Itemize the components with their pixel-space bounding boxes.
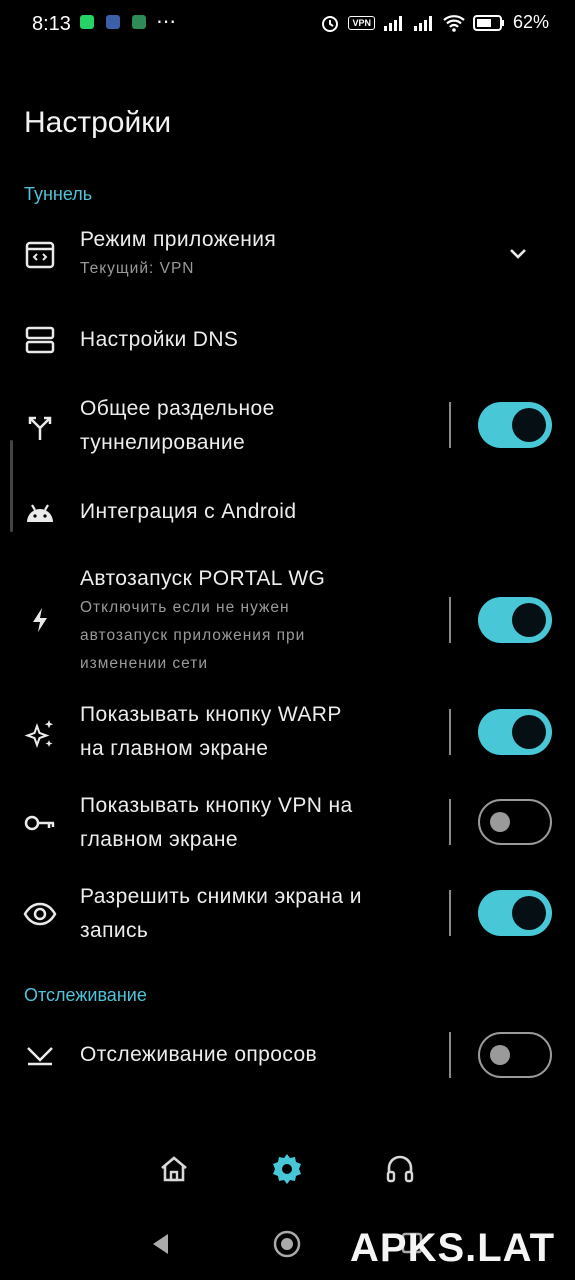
android-icon (27, 504, 53, 522)
settings-icon[interactable] (267, 1149, 307, 1189)
back-icon[interactable] (148, 1231, 174, 1257)
setting-subtitle-line1: Отключить если не нужен (80, 599, 290, 616)
divider (449, 1032, 451, 1078)
setting-app-mode[interactable]: Режим приложения Текущий: VPN (0, 220, 575, 290)
setting-title: Режим приложения (80, 228, 277, 251)
app-window-code-icon (25, 241, 55, 269)
lightning-icon (33, 608, 47, 632)
battery-icon (472, 14, 504, 31)
setting-title-line1: Общее раздельное (80, 397, 275, 420)
app-notification-icon-2 (132, 15, 146, 29)
wifi-icon (443, 14, 465, 32)
status-bar: 8:13 ⋯ VPN 62% (0, 0, 575, 48)
setting-split-tunnel[interactable]: Общее раздельное туннелирование (0, 392, 575, 462)
divider (449, 597, 451, 643)
vpn-button-toggle[interactable] (478, 799, 552, 845)
signal-icon (383, 15, 402, 31)
chevron-down-icon[interactable] (506, 241, 530, 265)
setting-subtitle-line2: автозапуск приложения при (80, 627, 306, 644)
setting-title-line1: Показывать кнопку VPN на (80, 794, 353, 817)
setting-warp-button[interactable]: Показывать кнопку WARP на главном экране (0, 698, 575, 768)
support-headset-icon[interactable] (380, 1149, 420, 1189)
more-notifications-icon: ⋯ (156, 11, 177, 33)
alarm-icon (322, 15, 339, 32)
tracking-icon (27, 1047, 53, 1066)
page-title: Настройки (24, 106, 172, 139)
warp-button-toggle[interactable] (478, 709, 552, 755)
whatsapp-notification-icon (80, 15, 94, 29)
poll-tracking-toggle[interactable] (478, 1032, 552, 1078)
setting-android-integration[interactable]: Интеграция с Android (0, 490, 575, 534)
app-notification-icon (106, 15, 120, 29)
setting-title-line2: туннелирование (80, 431, 246, 454)
setting-poll-tracking[interactable]: Отслеживание опросов (0, 1032, 575, 1078)
battery-percent: 62% (512, 12, 549, 32)
watermark-logo: APKS.LAT (350, 1226, 556, 1270)
setting-title-line2: на главном экране (80, 737, 269, 760)
sparkle-icon (24, 720, 54, 748)
home-icon[interactable] (154, 1149, 194, 1189)
setting-subtitle: Текущий: VPN (80, 260, 195, 277)
setting-title-line1: Показывать кнопку WARP (80, 703, 342, 726)
key-icon (24, 815, 55, 831)
autostart-toggle[interactable] (478, 597, 552, 643)
setting-title-line1: Разрешить снимки экрана и (80, 885, 362, 908)
setting-dns[interactable]: Настройки DNS (0, 318, 575, 362)
setting-autostart[interactable]: Автозапуск PORTAL WG Отключить если не н… (0, 562, 575, 678)
divider (449, 402, 451, 448)
split-arrows-icon (28, 416, 52, 440)
divider (449, 709, 451, 755)
home-button-icon[interactable] (272, 1229, 302, 1259)
setting-title: Отслеживание опросов (80, 1043, 318, 1066)
screenshots-toggle[interactable] (478, 890, 552, 936)
section-header-tunnel: Туннель (24, 184, 93, 204)
divider (449, 890, 451, 936)
section-header-tracking: Отслеживание (24, 985, 147, 1005)
setting-title: Интеграция с Android (80, 500, 297, 523)
divider (449, 799, 451, 845)
setting-screenshots[interactable]: Разрешить снимки экрана и запись (0, 880, 575, 950)
split-tunnel-toggle[interactable] (478, 402, 552, 448)
setting-title-line2: запись (80, 919, 149, 942)
setting-vpn-button[interactable]: Показывать кнопку VPN на главном экране (0, 789, 575, 859)
setting-subtitle-line3: изменении сети (80, 655, 209, 672)
setting-title: Автозапуск PORTAL WG (80, 567, 326, 590)
setting-title-line2: главном экране (80, 828, 238, 851)
setting-title: Настройки DNS (80, 328, 239, 351)
signal-icon-2 (413, 15, 432, 31)
bottom-nav (0, 1145, 575, 1193)
vpn-status-icon: VPN (348, 15, 375, 30)
dns-server-icon (25, 326, 55, 354)
eye-icon (23, 902, 57, 926)
status-time: 8:13 (32, 13, 71, 35)
